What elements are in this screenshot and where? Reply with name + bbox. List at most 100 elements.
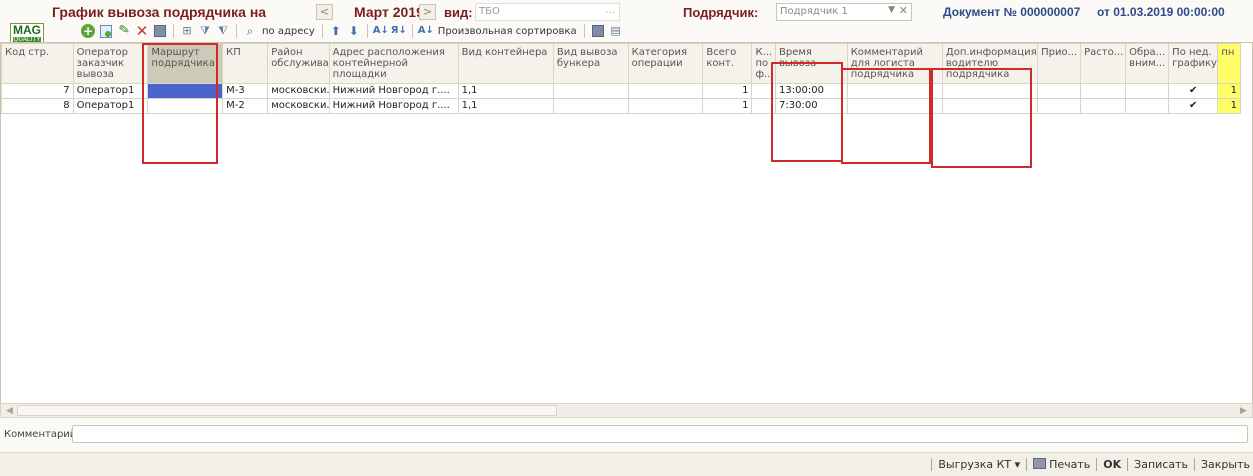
export-kt-button[interactable]: Выгрузка КТ ▾ [938,458,1020,471]
column-header[interactable]: пн [1217,43,1241,84]
cell-kp[interactable]: М-3 [222,83,269,99]
cell-kp[interactable]: М-2 [222,98,269,114]
column-header[interactable]: Адрес расположения контейнерной площадки [328,43,459,84]
add-row-button[interactable]: + [80,23,96,39]
cell-monday[interactable]: 1 [1217,98,1241,114]
column-header[interactable]: Код стр. [1,43,74,84]
cell-by-schedule[interactable]: ✔ [1168,98,1219,114]
cell-operator[interactable]: Оператор1 [72,83,149,99]
sort-asc-button[interactable]: A↓ [373,23,389,39]
cell-prio[interactable] [1037,83,1082,99]
sort-desc-button[interactable]: Я↓ [391,23,407,39]
cell-container[interactable]: 1,1 [457,98,554,114]
cell-address[interactable]: Нижний Новгород г.... [328,98,459,114]
cell-container[interactable]: 1,1 [457,83,554,99]
command-separator [1127,458,1129,471]
column-header[interactable]: Район обслужива... [267,43,330,84]
cell-total[interactable]: 1 [702,98,753,114]
move-down-button[interactable]: ⬇ [346,23,362,39]
save-button[interactable] [152,23,168,39]
contractor-field[interactable]: Подрядчик 1 ▼ ✕ [776,3,912,21]
edit-row-button[interactable]: ✎ [116,22,132,39]
cell-address[interactable]: Нижний Новгород г.... [328,83,459,99]
cell-kpf[interactable] [751,83,777,99]
load-settings-button[interactable]: ▤ [608,23,624,39]
column-header[interactable]: Маршрут подрядчика [147,43,224,84]
cell-info[interactable] [941,98,1039,114]
cell-category[interactable] [627,98,704,114]
cell-route[interactable] [147,98,224,114]
cell-code[interactable]: 8 [1,98,74,114]
prev-month-button[interactable]: < [316,4,333,20]
vid-select-button[interactable]: ... [605,5,615,16]
cell-time[interactable]: 7:30:00 [775,98,848,114]
scroll-left-icon[interactable]: ◀ [3,405,16,417]
cell-by-schedule[interactable]: ✔ [1168,83,1219,99]
set-filter-button[interactable]: ⊞ [179,23,195,39]
horizontal-scrollbar[interactable]: ◀ ▶ [0,403,1253,418]
table-row[interactable]: 8 Оператор1 М-2 московски... Нижний Новг… [1,98,1241,114]
cell-operator[interactable]: Оператор1 [72,98,149,114]
column-header[interactable]: Вид контейнера [457,43,554,84]
column-header[interactable]: Оператор заказчик вывоза [72,43,149,84]
cell-category[interactable] [627,83,704,99]
cell-district[interactable]: московски... [267,83,330,99]
cell-comment[interactable] [846,98,943,114]
column-header[interactable]: Расто... [1080,43,1127,84]
cell-attention[interactable] [1125,98,1170,114]
column-header[interactable]: Обра... вним... [1125,43,1170,84]
cell-dist[interactable] [1080,83,1127,99]
close-button[interactable]: Закрыть [1201,458,1250,471]
custom-sort-button[interactable]: A↓ [418,23,434,39]
column-header[interactable]: По нед. графику [1168,43,1219,84]
scroll-right-icon[interactable]: ▶ [1237,405,1250,417]
cell-prio[interactable] [1037,98,1082,114]
column-header[interactable]: КП [222,43,269,84]
cell-attention[interactable] [1125,83,1170,99]
custom-sort-icon: A↓ [417,25,434,36]
filter-button[interactable]: ⧩ [197,23,213,39]
delete-row-button[interactable]: ✕ [134,23,150,39]
cell-route[interactable] [147,83,224,99]
search-by-address-label[interactable]: по адресу [260,26,317,37]
cell-comment[interactable] [846,83,943,99]
scrollbar-thumb[interactable] [17,405,557,416]
column-header[interactable]: Прио... [1037,43,1082,84]
comment-input[interactable] [72,425,1248,443]
cell-info[interactable] [941,83,1039,99]
column-header[interactable]: Категория операции [627,43,704,84]
column-header[interactable]: Комментарий для логиста подрядчика [846,43,943,84]
vid-field[interactable]: ТБО ... [475,3,620,21]
save-settings-button[interactable] [590,23,606,39]
print-button[interactable]: Печать [1033,458,1090,471]
move-up-button[interactable]: ⬆ [328,23,344,39]
clear-filter-button[interactable]: ⧨ [215,23,231,39]
save-record-button[interactable]: Записать [1134,458,1188,471]
column-header[interactable]: Всего конт. [702,43,753,84]
cell-monday[interactable]: 1 [1217,83,1241,99]
cell-dist[interactable] [1080,98,1127,114]
ok-button[interactable]: OK [1103,458,1121,471]
cell-bunker[interactable] [552,83,629,99]
cell-bunker[interactable] [552,98,629,114]
cell-district[interactable]: московски... [267,98,330,114]
vid-value: ТБО [479,6,500,17]
table-row[interactable]: 7 Оператор1 М-3 московски... Нижний Новг… [1,83,1241,99]
cell-kpf[interactable] [751,98,777,114]
clear-icon[interactable]: ✕ [899,4,908,17]
column-header[interactable]: К... по ф... [751,43,777,84]
next-month-button[interactable]: > [419,4,436,20]
column-header[interactable]: Вид вывоза бункера [552,43,629,84]
copy-row-button[interactable] [98,23,114,39]
column-header[interactable]: Доп.информация водителю подрядчика [941,43,1039,84]
column-header[interactable]: Время вывоза [775,43,848,84]
cell-time[interactable]: 13:00:00 [775,83,848,99]
schedule-table[interactable]: Код стр. Оператор заказчик вывоза Маршру… [0,42,1253,404]
custom-sort-label[interactable]: Произвольная сортировка [436,26,579,37]
cell-total[interactable]: 1 [702,83,753,99]
delete-icon: ✕ [135,22,149,40]
chevron-down-icon[interactable]: ▼ [888,5,895,15]
document-number: Документ № 000000007 [943,5,1081,19]
search-by-address-button[interactable]: ⌕ [242,23,258,39]
cell-code[interactable]: 7 [1,83,74,99]
